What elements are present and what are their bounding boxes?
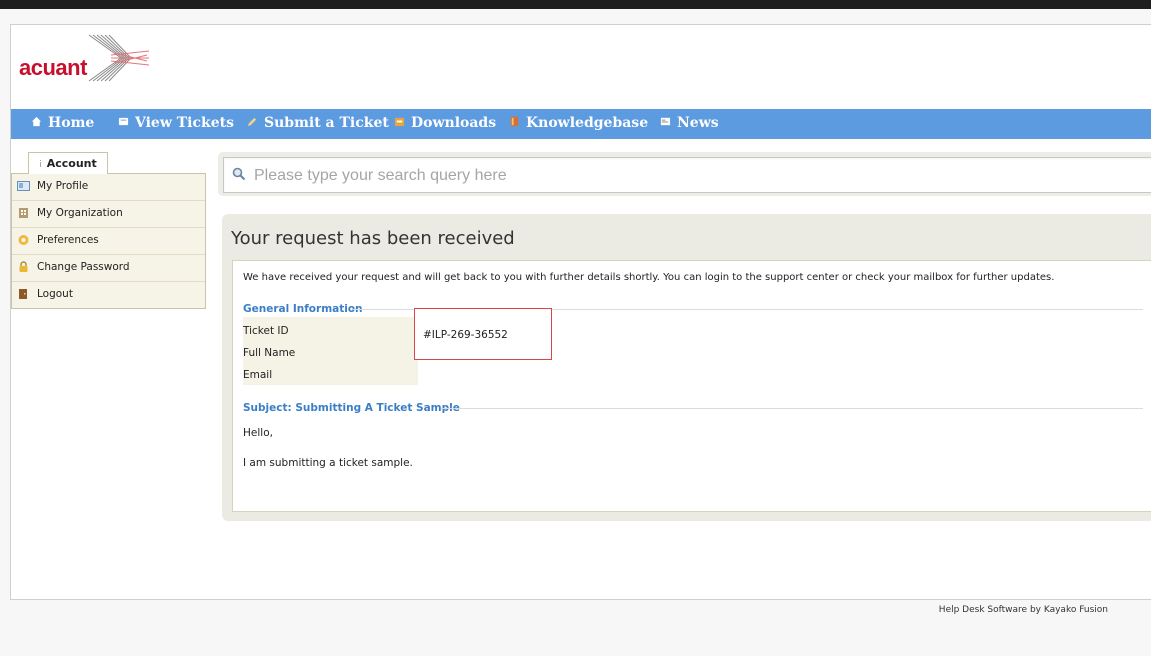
top-border [0,0,1151,9]
tickets-icon [118,117,129,125]
message-greeting: Hello, [243,427,273,439]
home-icon [31,116,42,126]
account-menu: My Profile My Organization Preferences C… [11,173,206,309]
nav-downloads-label: Downloads [411,115,497,131]
sidebar-item-label: My Organization [37,207,123,219]
sidebar-item-logout[interactable]: Logout [12,282,205,308]
sidebar-item-preferences[interactable]: Preferences [12,228,205,255]
ticket-id-label: Ticket ID [243,325,289,337]
book-icon [510,116,519,126]
main-navbar: Home View Tickets Submit a Ticket Downlo… [11,109,1151,139]
ticket-id-value: #ILP-269-36552 [423,329,508,341]
tab-account-label: Account [46,157,97,170]
sidebar-item-label: Logout [37,288,73,300]
preferences-icon [18,235,29,245]
nav-submit-ticket[interactable]: Submit a Ticket [247,109,389,139]
sidebar-item-label: Preferences [37,234,99,246]
sidebar-item-label: My Profile [37,180,89,192]
sidebar-item-my-organization[interactable]: My Organization [12,201,205,228]
download-icon [394,117,405,126]
nav-downloads[interactable]: Downloads [394,109,496,139]
search-box [223,157,1151,193]
tab-account[interactable]: i Account [28,152,108,174]
nav-submit-ticket-label: Submit a Ticket [264,115,389,131]
nav-knowledgebase[interactable]: Knowledgebase [509,109,648,139]
general-info-heading: General Information [243,303,363,315]
page-frame: acuant Home View Tickets Submit a Ticket… [10,24,1151,615]
account-icon: i [39,160,42,170]
subject-heading: Subject: Submitting A Ticket Sample [243,402,460,414]
confirmation-panel: Your request has been received We have r… [222,214,1151,521]
page-title: Your request has been received [231,228,515,249]
news-icon [660,117,671,125]
email-label: Email [243,369,273,381]
sidebar-item-my-profile[interactable]: My Profile [12,174,205,201]
nav-news-label: News [677,115,719,131]
nav-news[interactable]: News [660,109,719,139]
divider [441,408,1143,409]
organization-icon [19,208,28,218]
sidebar-item-change-password[interactable]: Change Password [12,255,205,282]
footer-credit[interactable]: Help Desk Software by Kayako Fusion [939,605,1108,615]
brand-logo[interactable]: acuant [19,33,159,83]
confirmation-body: We have received your request and will g… [232,260,1151,512]
confirmation-message: We have received your request and will g… [243,272,1055,283]
nav-home[interactable]: Home [31,109,94,139]
message-body: I am submitting a ticket sample. [243,457,413,469]
logo-text: acuant [19,55,87,80]
lock-icon [19,261,28,272]
logout-icon [19,289,27,299]
nav-knowledgebase-label: Knowledgebase [526,115,649,131]
ticket-id-highlight: #ILP-269-36552 [414,308,552,360]
nav-view-tickets-label: View Tickets [135,115,234,131]
search-input[interactable] [252,164,1136,188]
profile-icon [17,181,30,191]
logo-mark-icon [88,34,150,82]
nav-home-label: Home [48,115,95,131]
pencil-icon [247,117,257,126]
search-icon [232,167,246,181]
full-name-label: Full Name [243,347,296,359]
sidebar-item-label: Change Password [37,261,130,273]
nav-view-tickets[interactable]: View Tickets [118,109,234,139]
